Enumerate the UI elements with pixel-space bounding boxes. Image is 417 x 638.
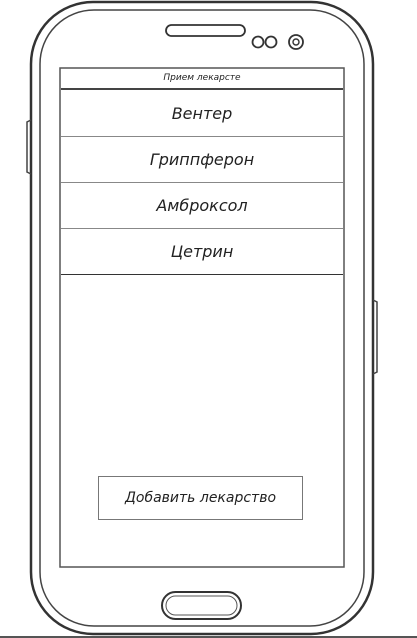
- list-item[interactable]: Гриппферон: [61, 137, 343, 183]
- list-item[interactable]: Цетрин: [61, 229, 343, 275]
- app-screen: Прием лекарсте Вентер Гриппферон Амброкс…: [61, 69, 343, 566]
- list-item[interactable]: Амброксол: [61, 183, 343, 229]
- add-medication-button[interactable]: Добавить лекарство: [98, 476, 303, 520]
- medication-list: Вентер Гриппферон Амброксол Цетрин: [61, 91, 343, 275]
- list-item[interactable]: Вентер: [61, 91, 343, 137]
- app-title: Прием лекарсте: [61, 69, 343, 90]
